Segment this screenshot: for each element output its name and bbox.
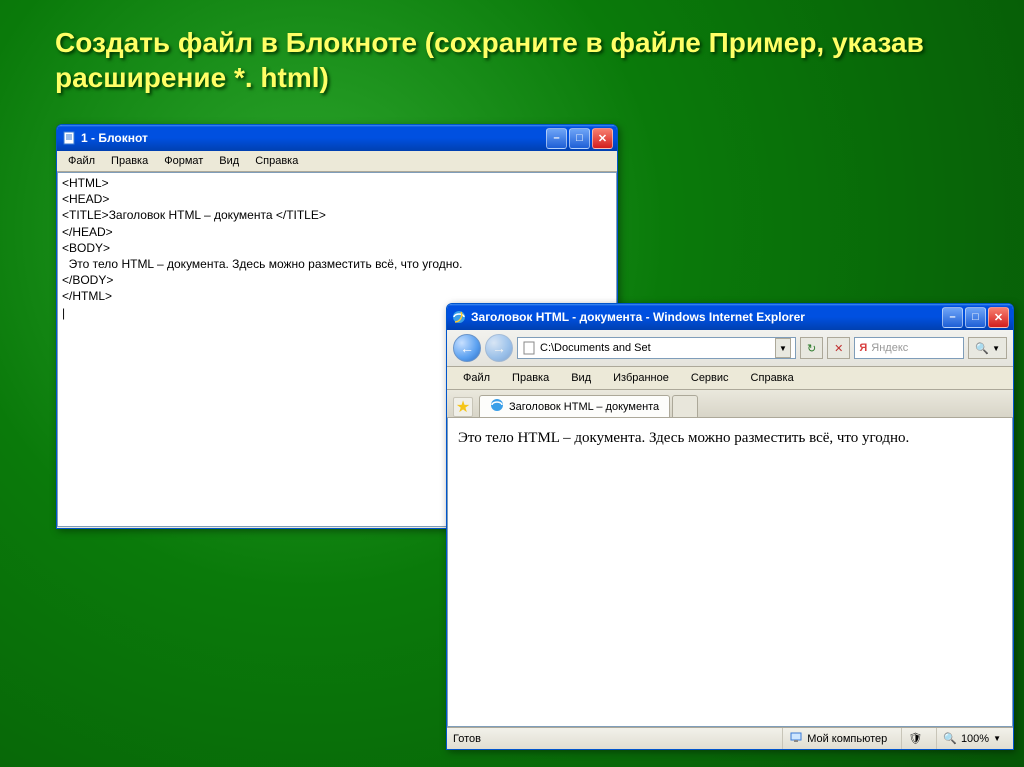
menu-view[interactable]: Вид <box>561 370 601 386</box>
new-tab-button[interactable] <box>672 395 698 417</box>
ie-window: Заголовок HTML - документа - Windows Int… <box>446 303 1014 750</box>
notepad-icon <box>61 130 77 146</box>
chevron-down-icon: ▼ <box>992 344 1000 353</box>
status-zone: Мой компьютер <box>782 728 893 749</box>
star-icon: ★ <box>456 397 470 417</box>
page-icon <box>522 341 536 355</box>
address-text: C:\Documents and Set <box>540 342 771 354</box>
refresh-button[interactable]: ↻ <box>800 337 823 359</box>
shield-icon: 🛡 <box>908 732 922 745</box>
computer-icon <box>789 730 803 747</box>
stop-button[interactable]: ✕ <box>827 337 850 359</box>
menu-favorites[interactable]: Избранное <box>603 370 679 386</box>
menu-format[interactable]: Формат <box>157 153 210 169</box>
status-ready: Готов <box>453 733 481 745</box>
protected-mode-cell: 🛡 <box>901 728 928 749</box>
status-zone-text: Мой компьютер <box>807 733 887 745</box>
ie-titlebar[interactable]: Заголовок HTML - документа - Windows Int… <box>447 304 1013 330</box>
minimize-button[interactable]: – <box>546 128 567 149</box>
ie-title-text: Заголовок HTML - документа - Windows Int… <box>471 310 942 324</box>
tab-label: Заголовок HTML – документа <box>509 401 659 413</box>
close-button[interactable]: ✕ <box>592 128 613 149</box>
menu-edit[interactable]: Правка <box>502 370 559 386</box>
menu-file[interactable]: Файл <box>61 153 102 169</box>
minimize-button[interactable]: – <box>942 307 963 328</box>
favorites-star-button[interactable]: ★ <box>453 397 473 417</box>
ie-nav-toolbar: ← → C:\Documents and Set ▼ ↻ ✕ Я Яндекс … <box>447 330 1013 367</box>
ie-page-body: Это тело HTML – документа. Здесь можно р… <box>447 418 1013 727</box>
menu-edit[interactable]: Правка <box>104 153 155 169</box>
yandex-icon: Я <box>859 342 867 354</box>
notepad-menubar: Файл Правка Формат Вид Справка <box>57 151 617 172</box>
ie-window-controls: – □ ✕ <box>942 307 1009 328</box>
ie-statusbar: Готов Мой компьютер 🛡 🔍 100% ▼ <box>447 727 1013 749</box>
address-bar[interactable]: C:\Documents and Set ▼ <box>517 337 796 359</box>
address-dropdown-button[interactable]: ▼ <box>775 338 791 358</box>
menu-file[interactable]: Файл <box>453 370 500 386</box>
ie-icon <box>490 398 504 415</box>
back-button[interactable]: ← <box>453 334 481 362</box>
ie-menubar: Файл Правка Вид Избранное Сервис Справка <box>447 367 1013 390</box>
notepad-titlebar[interactable]: 1 - Блокнот – □ ✕ <box>57 125 617 151</box>
search-box[interactable]: Я Яндекс <box>854 337 964 359</box>
notepad-title-text: 1 - Блокнот <box>81 131 546 145</box>
close-button[interactable]: ✕ <box>988 307 1009 328</box>
maximize-button[interactable]: □ <box>569 128 590 149</box>
search-placeholder: Яндекс <box>871 342 908 354</box>
menu-help[interactable]: Справка <box>248 153 305 169</box>
stop-icon: ✕ <box>834 342 843 355</box>
search-go-button[interactable]: 🔍 ▼ <box>968 337 1007 359</box>
magnifier-icon: 🔍 <box>975 342 989 355</box>
maximize-button[interactable]: □ <box>965 307 986 328</box>
chevron-down-icon: ▼ <box>993 734 1001 743</box>
slide-title: Создать файл в Блокноте (сохраните в фай… <box>55 25 984 95</box>
zoom-control[interactable]: 🔍 100% ▼ <box>936 728 1007 749</box>
zoom-value: 100% <box>961 733 989 745</box>
forward-button[interactable]: → <box>485 334 513 362</box>
refresh-icon: ↻ <box>807 342 816 355</box>
menu-tools[interactable]: Сервис <box>681 370 739 386</box>
menu-help[interactable]: Справка <box>741 370 804 386</box>
ie-tabstrip: ★ Заголовок HTML – документа <box>447 390 1013 418</box>
notepad-window-controls: – □ ✕ <box>546 128 613 149</box>
zoom-icon: 🔍 <box>943 732 957 745</box>
ie-icon <box>451 309 467 325</box>
menu-view[interactable]: Вид <box>212 153 246 169</box>
tab-current[interactable]: Заголовок HTML – документа <box>479 395 670 417</box>
